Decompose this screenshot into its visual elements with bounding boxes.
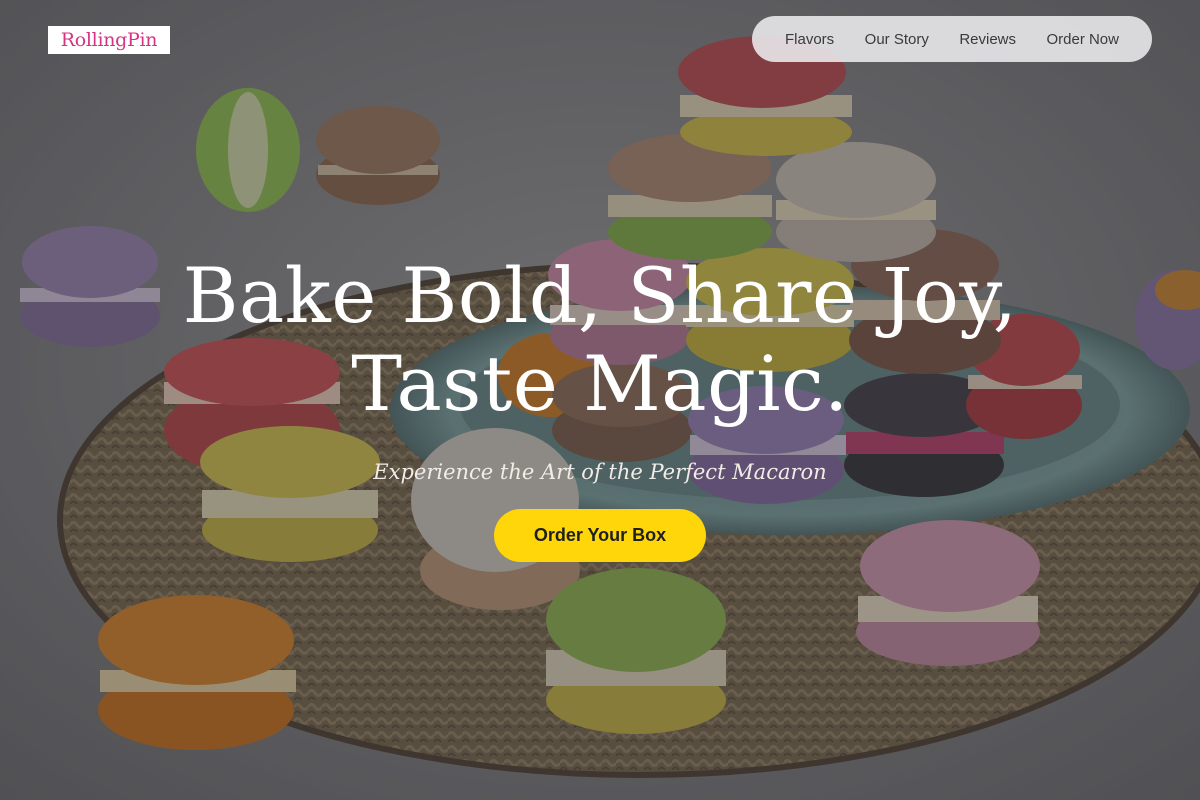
nav-link-our-story[interactable]: Our Story	[865, 31, 929, 48]
hero-title-line-1: Bake Bold, Share Joy,	[182, 251, 1018, 340]
order-your-box-button[interactable]: Order Your Box	[494, 509, 706, 562]
hero-title-line-2: Taste Magic.	[351, 339, 849, 428]
brand-logo[interactable]: RollingPin	[48, 26, 170, 54]
nav-link-order-now[interactable]: Order Now	[1046, 31, 1119, 48]
main-nav: Flavors Our Story Reviews Order Now	[752, 16, 1152, 62]
nav-link-reviews[interactable]: Reviews	[959, 31, 1016, 48]
nav-link-flavors[interactable]: Flavors	[785, 31, 834, 48]
hero-subtitle: Experience the Art of the Perfect Macaro…	[373, 460, 827, 484]
hero-title: Bake Bold, Share Joy, Taste Magic.	[100, 252, 1100, 428]
